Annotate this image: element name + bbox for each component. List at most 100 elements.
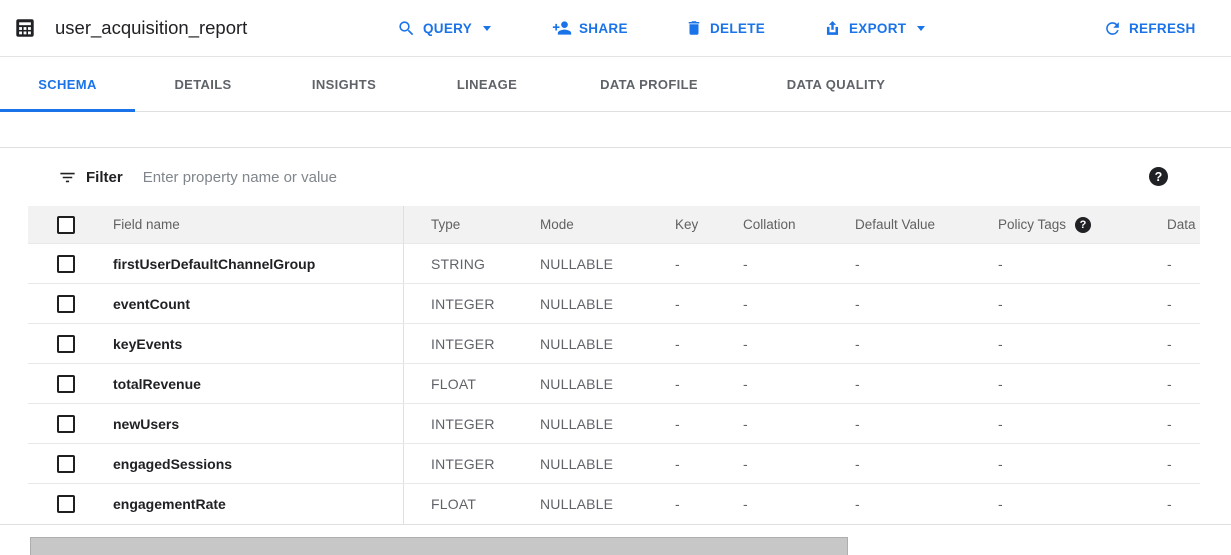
mode-cell: NULLABLE [513, 496, 647, 512]
type-cell: INTEGER [403, 404, 513, 443]
delete-button[interactable]: DELETE [685, 0, 765, 56]
field-name-cell: keyEvents [85, 336, 403, 352]
collation-cell: - [715, 296, 827, 312]
table-row: firstUserDefaultChannelGroup STRING NULL… [28, 244, 1200, 284]
key-cell: - [647, 456, 715, 472]
mode-cell: NULLABLE [513, 416, 647, 432]
data-cell: - [1139, 296, 1200, 312]
help-icon[interactable]: ? [1075, 217, 1091, 233]
default-value-cell: - [827, 376, 970, 392]
schema-panel: Filter ? Field name Type Mode Key Collat… [0, 147, 1231, 524]
type-cell: FLOAT [403, 364, 513, 403]
filter-label: Filter [86, 169, 123, 186]
row-checkbox[interactable] [57, 335, 75, 353]
default-value-cell: - [827, 496, 970, 512]
field-name-cell: newUsers [85, 416, 403, 432]
mode-cell: NULLABLE [513, 296, 647, 312]
key-cell: - [647, 376, 715, 392]
data-cell: - [1139, 336, 1200, 352]
tab-data-quality[interactable]: DATA QUALITY [741, 57, 931, 111]
query-button-label: QUERY [423, 21, 472, 36]
mode-cell: NULLABLE [513, 456, 647, 472]
share-button-label: SHARE [579, 21, 628, 36]
policy-tags-cell: - [970, 456, 1139, 472]
type-cell: STRING [403, 244, 513, 283]
help-icon[interactable]: ? [1149, 167, 1168, 186]
column-header-field-name: Field name [85, 217, 403, 232]
data-cell: - [1139, 376, 1200, 392]
app-header: user_acquisition_report QUERY SHARE DELE… [0, 0, 1231, 57]
mode-cell: NULLABLE [513, 336, 647, 352]
mode-cell: NULLABLE [513, 376, 647, 392]
policy-tags-cell: - [970, 496, 1139, 512]
select-all-checkbox[interactable] [57, 216, 75, 234]
row-checkbox[interactable] [57, 495, 75, 513]
key-cell: - [647, 416, 715, 432]
field-name-cell: engagedSessions [85, 456, 403, 472]
refresh-button[interactable]: REFRESH [1103, 0, 1196, 56]
horizontal-scrollbar-thumb[interactable] [30, 537, 848, 555]
tab-insights[interactable]: INSIGHTS [271, 57, 417, 111]
row-checkbox[interactable] [57, 375, 75, 393]
table-row: engagementRate FLOAT NULLABLE - - - - - [28, 484, 1200, 524]
column-header-mode: Mode [513, 217, 647, 232]
data-cell: - [1139, 256, 1200, 272]
key-cell: - [647, 336, 715, 352]
data-cell: - [1139, 496, 1200, 512]
filter-input[interactable] [143, 169, 783, 186]
default-value-cell: - [827, 256, 970, 272]
mode-cell: NULLABLE [513, 256, 647, 272]
policy-tags-cell: - [970, 296, 1139, 312]
filter-icon [58, 168, 77, 187]
type-cell: INTEGER [403, 324, 513, 363]
key-cell: - [647, 256, 715, 272]
collation-cell: - [715, 496, 827, 512]
key-cell: - [647, 496, 715, 512]
person-add-icon [552, 18, 572, 38]
table-row: keyEvents INTEGER NULLABLE - - - - - [28, 324, 1200, 364]
refresh-button-label: REFRESH [1129, 21, 1196, 36]
column-header-key: Key [647, 217, 715, 232]
type-cell: INTEGER [403, 284, 513, 323]
field-name-cell: firstUserDefaultChannelGroup [85, 256, 403, 272]
tab-details[interactable]: DETAILS [135, 57, 271, 111]
row-checkbox[interactable] [57, 255, 75, 273]
filter-row: Filter ? [0, 148, 1231, 206]
chevron-down-icon [917, 26, 925, 31]
query-button[interactable]: QUERY [397, 0, 491, 56]
tab-bar: SCHEMA DETAILS INSIGHTS LINEAGE DATA PRO… [0, 57, 1231, 112]
key-cell: - [647, 296, 715, 312]
search-icon [397, 19, 416, 38]
tab-data-profile[interactable]: DATA PROFILE [557, 57, 741, 111]
delete-button-label: DELETE [710, 21, 765, 36]
row-checkbox[interactable] [57, 415, 75, 433]
tab-schema[interactable]: SCHEMA [0, 57, 135, 111]
table-row: totalRevenue FLOAT NULLABLE - - - - - [28, 364, 1200, 404]
upload-icon [823, 19, 842, 38]
data-cell: - [1139, 416, 1200, 432]
column-header-default-value: Default Value [827, 217, 970, 232]
row-checkbox[interactable] [57, 295, 75, 313]
row-checkbox[interactable] [57, 455, 75, 473]
type-cell: FLOAT [403, 484, 513, 524]
chevron-down-icon [483, 26, 491, 31]
table-row: eventCount INTEGER NULLABLE - - - - - [28, 284, 1200, 324]
collation-cell: - [715, 416, 827, 432]
table-row: newUsers INTEGER NULLABLE - - - - - [28, 404, 1200, 444]
table-header-row: Field name Type Mode Key Collation Defau… [28, 206, 1200, 244]
export-button-label: EXPORT [849, 21, 906, 36]
type-cell: INTEGER [403, 444, 513, 483]
page-title: user_acquisition_report [55, 0, 247, 56]
collation-cell: - [715, 376, 827, 392]
policy-tags-cell: - [970, 336, 1139, 352]
data-cell: - [1139, 456, 1200, 472]
default-value-cell: - [827, 416, 970, 432]
policy-tags-cell: - [970, 256, 1139, 272]
table-body: firstUserDefaultChannelGroup STRING NULL… [28, 244, 1200, 524]
policy-tags-cell: - [970, 416, 1139, 432]
share-button[interactable]: SHARE [552, 0, 628, 56]
tab-lineage[interactable]: LINEAGE [417, 57, 557, 111]
export-button[interactable]: EXPORT [823, 0, 925, 56]
column-header-type: Type [403, 206, 513, 243]
collation-cell: - [715, 256, 827, 272]
